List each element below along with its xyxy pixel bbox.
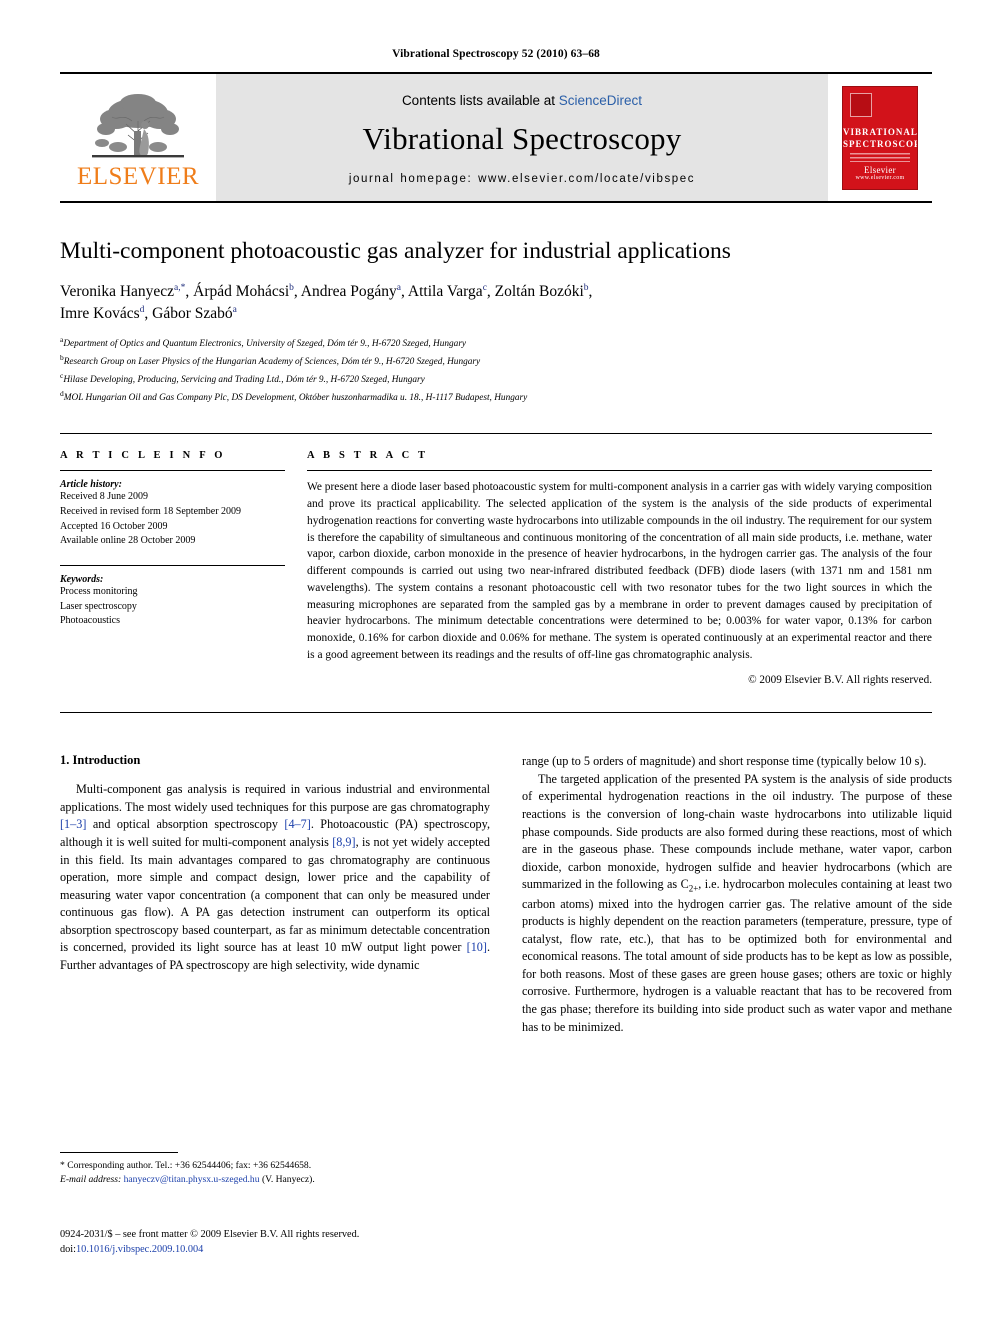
author-affiliation-mark: c <box>482 283 487 294</box>
paragraph-fragment: , i.e. hydrocarbon molecules containing … <box>522 877 953 1034</box>
section-heading-introduction: 1. Introduction <box>60 753 141 768</box>
footnote-divider <box>60 1152 178 1153</box>
keywords-group: Keywords: Process monitoring Laser spect… <box>60 574 285 629</box>
issn-line: 0924-2031/$ – see front matter © 2009 El… <box>60 1229 360 1240</box>
author-affiliation-mark: a,* <box>174 283 186 294</box>
keyword-item: Process monitoring <box>60 586 138 598</box>
cover-title-line2: SPECTROSCOPY <box>843 138 917 149</box>
journal-masthead: ELSEVIER Contents lists available at Sci… <box>60 72 932 203</box>
affiliation-text: MOL Hungarian Oil and Gas Company Plc, D… <box>63 393 528 404</box>
elsevier-wordmark: ELSEVIER <box>76 162 200 190</box>
abstract-text: We present here a diode laser based phot… <box>307 481 932 661</box>
body-column-left: 1. Introduction Multi-component gas anal… <box>60 753 490 1036</box>
doi-label: doi: <box>60 1244 77 1256</box>
affiliation-item: bResearch Group on Laser Physics of the … <box>60 352 932 370</box>
intro-paragraph-right: The targeted application of the presente… <box>522 771 952 1036</box>
title-block: Multi-component photoacoustic gas analyz… <box>60 237 932 406</box>
citation-link[interactable]: [1–3] <box>60 817 86 831</box>
author-affiliation-mark: a <box>396 283 402 294</box>
elsevier-logo: ELSEVIER <box>60 74 216 201</box>
author-list: Veronika Hanyecza,*, Árpád Mohácsib, And… <box>60 283 593 323</box>
journal-homepage[interactable]: journal homepage: www.elsevier.com/locat… <box>349 173 695 185</box>
corresponding-author-note: * Corresponding author. Tel.: +36 625444… <box>60 1160 312 1171</box>
article-info-heading: A R T I C L E I N F O <box>60 450 226 462</box>
history-item: Received in revised form 18 September 20… <box>60 506 242 517</box>
citation-link[interactable]: [4–7] <box>284 817 310 831</box>
page-title: Multi-component photoacoustic gas analyz… <box>60 238 731 264</box>
cover-title-line1: VIBRATIONAL <box>843 126 918 137</box>
cover-footer-brand: Elsevier <box>864 164 896 175</box>
doi-line: doi:10.1016/j.vibspec.2009.10.004 <box>60 1242 530 1257</box>
contents-available-line: Contents lists available at ScienceDirec… <box>402 93 642 108</box>
divider <box>307 470 932 472</box>
author-name: Árpád Mohácsi <box>193 283 290 301</box>
keyword-item: Laser spectroscopy <box>60 600 137 612</box>
author-name: Imre Kovács <box>60 305 140 323</box>
running-head: Vibrational Spectroscopy 52 (2010) 63–68 <box>392 48 600 60</box>
paragraph-fragment: Multi-component gas analysis is required… <box>60 782 490 814</box>
paragraph-fragment: and optical absorption spectroscopy <box>86 817 285 832</box>
author-name: Andrea Pogány <box>300 283 397 301</box>
author-affiliation-mark: d <box>139 305 145 316</box>
footnote-area: * Corresponding author. Tel.: +36 625444… <box>60 1152 490 1188</box>
citation-link[interactable]: [8,9] <box>332 835 355 849</box>
cover-footer-url: www.elsevier.com <box>855 174 905 181</box>
affiliation-item: cHilase Developing, Producing, Servicing… <box>60 370 932 388</box>
affiliation-item: aDepartment of Optics and Quantum Electr… <box>60 334 932 352</box>
author-affiliation-mark: b <box>289 283 294 294</box>
journal-banner: Contents lists available at ScienceDirec… <box>216 74 828 201</box>
paragraph-fragment: The targeted application of the presente… <box>522 771 952 892</box>
history-item: Accepted 16 October 2009 <box>60 520 168 532</box>
history-item: Received 8 June 2009 <box>60 491 149 503</box>
author-name: Zoltán Bozóki <box>494 283 584 301</box>
intro-paragraph-left: Multi-component gas analysis is required… <box>60 781 490 974</box>
author-name: Gábor Szabó <box>152 305 233 323</box>
journal-title: Vibrational Spectroscopy <box>362 120 682 156</box>
author-name: Veronika Hanyecz <box>60 283 175 301</box>
body-column-right: range (up to 5 orders of magnitude) and … <box>522 753 952 1036</box>
author-affiliation-mark: a <box>232 305 237 316</box>
author-affiliation-mark: b <box>583 283 589 294</box>
article-history: Article history: Received 8 June 2009 Re… <box>60 479 285 549</box>
copyright-line: © 2009 Elsevier B.V. All rights reserved… <box>748 673 932 686</box>
body-columns: 1. Introduction Multi-component gas anal… <box>60 753 952 1036</box>
affiliation-text: Department of Optics and Quantum Electro… <box>63 339 467 350</box>
abstract-column: A B S T R A C T We present here a diode … <box>307 450 932 700</box>
sciencedirect-link[interactable]: ScienceDirect <box>559 93 642 108</box>
journal-cover-thumbnail: VIBRATIONAL SPECTROSCOPY Elsevier www.el… <box>828 74 932 201</box>
affiliation-text: Hilase Developing, Producing, Servicing … <box>63 375 425 386</box>
keywords-label: Keywords: <box>60 574 104 586</box>
article-info-column: A R T I C L E I N F O Article history: R… <box>60 450 307 700</box>
chemical-subscript: 2+ <box>688 883 699 894</box>
info-abstract-panel: A R T I C L E I N F O Article history: R… <box>60 433 932 714</box>
intro-paragraph-continuation: range (up to 5 orders of magnitude) and … <box>522 754 927 769</box>
citation-link[interactable]: [10] <box>467 940 487 954</box>
affiliation-text: Research Group on Laser Physics of the H… <box>63 357 481 368</box>
cover-publisher-icon <box>850 92 872 117</box>
affiliation-item: dMOL Hungarian Oil and Gas Company Plc, … <box>60 388 932 406</box>
history-item: Available online 28 October 2009 <box>60 535 196 547</box>
divider <box>60 470 285 472</box>
abstract-heading: A B S T R A C T <box>307 450 429 462</box>
divider <box>60 565 285 567</box>
paragraph-fragment: , is not yet widely accepted in this fie… <box>60 835 490 955</box>
email-label: E-mail address: <box>60 1174 122 1186</box>
article-page: Vibrational Spectroscopy 52 (2010) 63–68 <box>0 0 992 1323</box>
cover-subtitle-lines <box>850 152 910 162</box>
issn-copyright-block: 0924-2031/$ – see front matter © 2009 El… <box>60 1227 530 1258</box>
email-owner: (V. Hanyecz). <box>261 1174 315 1186</box>
cover-image: VIBRATIONAL SPECTROSCOPY Elsevier www.el… <box>842 85 918 190</box>
cover-footer: Elsevier www.elsevier.com <box>843 165 917 181</box>
email-link[interactable]: hanyeczv@titan.physx.u-szeged.hu <box>124 1174 260 1185</box>
doi-link[interactable]: 10.1016/j.vibspec.2009.10.004 <box>76 1244 203 1255</box>
email-note: E-mail address: hanyeczv@titan.physx.u-s… <box>60 1173 490 1187</box>
author-name: Attila Varga <box>407 283 483 301</box>
keyword-item: Photoacoustics <box>60 615 120 627</box>
article-history-label: Article history: <box>60 479 122 491</box>
contents-prefix: Contents lists available at <box>401 92 559 108</box>
affiliation-list: aDepartment of Optics and Quantum Electr… <box>60 334 932 406</box>
elsevier-tree-icon <box>92 93 184 157</box>
